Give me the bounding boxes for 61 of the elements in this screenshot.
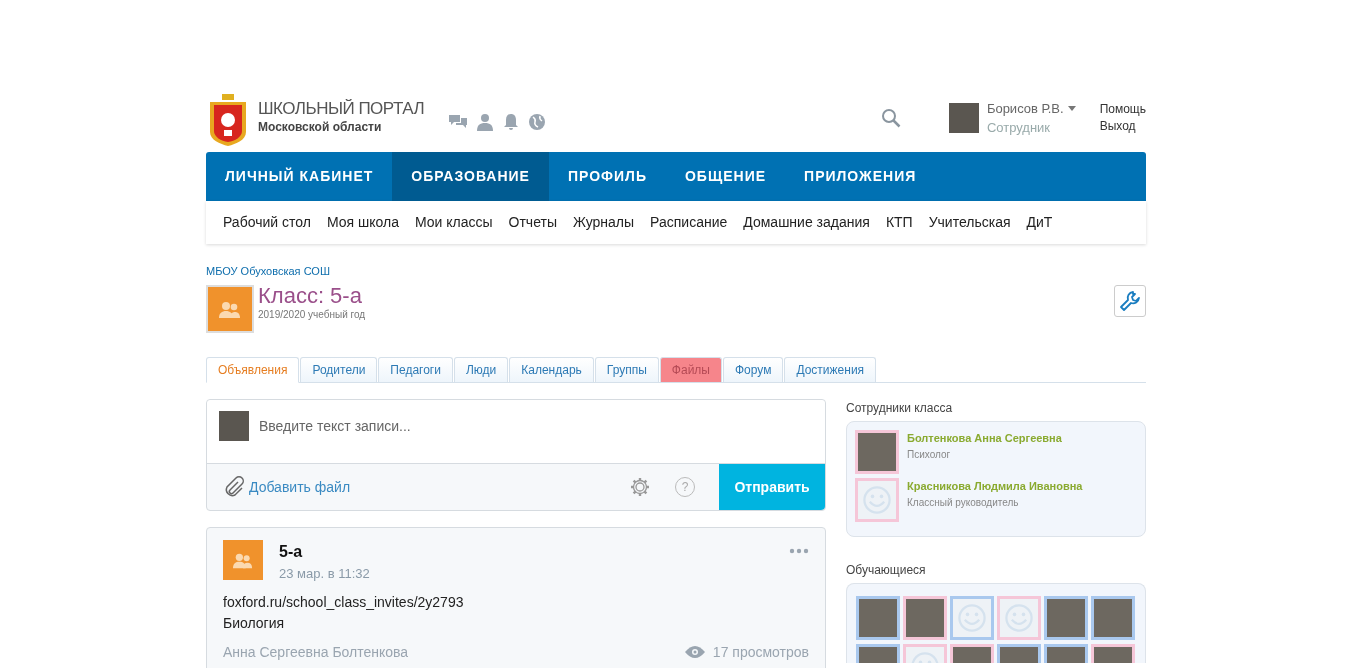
- sub-nav-link[interactable]: Учительская: [920, 201, 1019, 244]
- header-link[interactable]: Выход: [1099, 118, 1146, 135]
- main-nav-item[interactable]: ОБРАЗОВАНИЕ: [392, 152, 549, 201]
- staff-role: Психолог: [907, 447, 952, 462]
- tab[interactable]: Группы: [594, 357, 659, 382]
- bell-icon: [502, 113, 521, 131]
- sub-nav-link[interactable]: Моя школа: [318, 201, 407, 244]
- paperclip-icon[interactable]: [223, 476, 245, 498]
- main-nav-item[interactable]: ПРОФИЛЬ: [548, 152, 666, 201]
- avatar-photo[interactable]: [1091, 596, 1135, 640]
- section-title: Обучающиеся: [846, 562, 927, 579]
- view-count: 17 просмотров: [712, 642, 809, 662]
- main-nav-item[interactable]: ЛИЧНЫЙ КАБИНЕТ: [206, 152, 393, 201]
- user-name-link[interactable]: Борисов Р.В.: [986, 98, 1064, 118]
- post-text: foxford.ru/school_class_invites/2y2793: [223, 592, 465, 612]
- avatar-photo[interactable]: [903, 596, 947, 640]
- sub-nav-link[interactable]: Расписание: [642, 201, 736, 244]
- tab[interactable]: Педагоги: [378, 357, 453, 382]
- tab[interactable]: Календарь: [509, 357, 594, 382]
- avatar-photo[interactable]: [1044, 596, 1088, 640]
- post-time: 23 мар. в 11:32: [279, 565, 370, 583]
- header-link[interactable]: Помощь: [1099, 101, 1146, 118]
- sub-nav-link[interactable]: ДиТ: [1018, 201, 1061, 244]
- search-icon[interactable]: [880, 108, 901, 128]
- person-icon: [476, 113, 495, 131]
- tab[interactable]: Родители: [300, 357, 378, 382]
- settings-button[interactable]: [1114, 285, 1146, 317]
- school-link[interactable]: МБОУ Обуховская СОШ: [206, 265, 330, 277]
- sub-nav-link[interactable]: КТП: [877, 201, 921, 244]
- main-nav-item[interactable]: ПРИЛОЖЕНИЯ: [785, 152, 936, 201]
- class-title: Класс: 5-а: [258, 285, 363, 307]
- tab[interactable]: Люди: [453, 357, 509, 382]
- user-photo: [948, 103, 979, 133]
- post-author: 5-а: [279, 542, 304, 562]
- add-file-link[interactable]: Добавить файл: [249, 476, 351, 498]
- user-role: Сотрудник: [986, 119, 1052, 137]
- sub-nav-link[interactable]: Журналы: [564, 201, 643, 244]
- wrench-icon: [1119, 290, 1141, 312]
- eye-icon: [684, 646, 705, 658]
- staff-role: Классный руководитель: [907, 495, 1020, 510]
- avatar-photo[interactable]: [856, 596, 900, 640]
- user-photo: [219, 411, 249, 441]
- post-composer-field[interactable]: Введите текст записи...: [207, 400, 825, 464]
- sub-nav-link[interactable]: Домашние задания: [735, 201, 878, 244]
- more-icon[interactable]: [789, 548, 809, 554]
- settings-icon[interactable]: [629, 476, 651, 498]
- sub-nav-link[interactable]: Мои классы: [406, 201, 501, 244]
- caret-icon[interactable]: [1067, 105, 1076, 111]
- main-nav-item[interactable]: ОБЩЕНИЕ: [666, 152, 786, 201]
- avatar-photo[interactable]: [855, 430, 899, 474]
- section-title: Сотрудники класса: [846, 400, 954, 417]
- tab[interactable]: Достижения: [784, 357, 877, 382]
- portal-subtitle: Московской области: [258, 119, 383, 137]
- school-year: 2019/2020 учебный год: [258, 308, 366, 322]
- tab[interactable]: Объявления: [206, 357, 300, 383]
- sub-nav-link[interactable]: Рабочий стол: [215, 201, 319, 244]
- tab[interactable]: Форум: [722, 357, 784, 382]
- globe-icon: [528, 113, 547, 131]
- portal-title: ШКОЛЬНЫЙ ПОРТАЛ: [258, 99, 425, 119]
- sub-nav-link[interactable]: Отчеты: [500, 201, 565, 244]
- post-text: Биология: [223, 613, 286, 633]
